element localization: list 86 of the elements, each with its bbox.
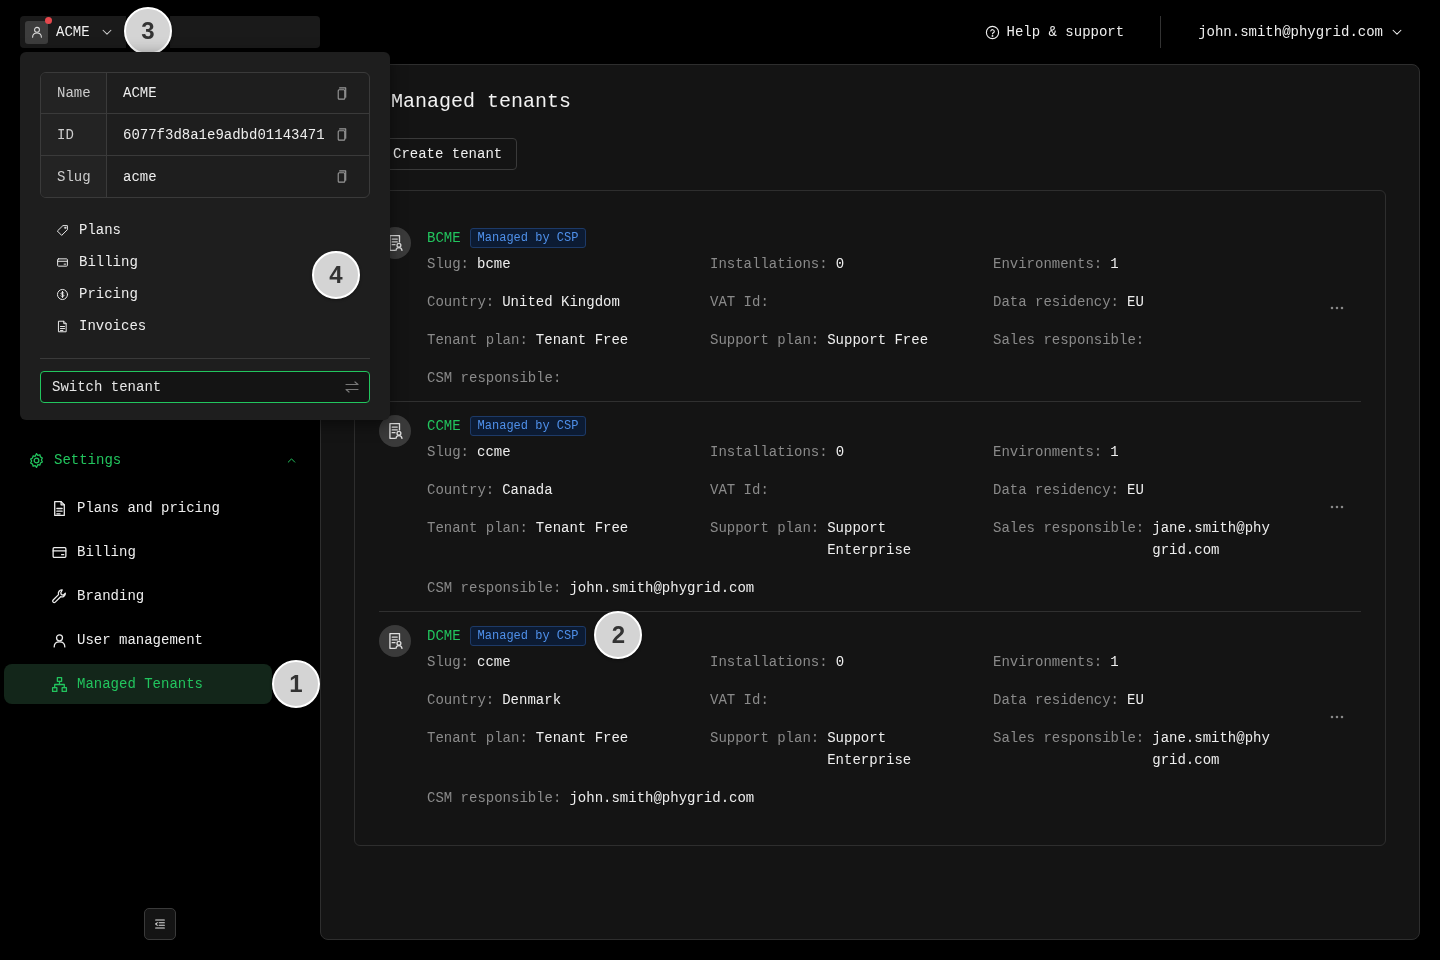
field-label: Installations: bbox=[710, 653, 828, 672]
field-label: Sales responsible: bbox=[993, 331, 1145, 350]
field-label: Support plan: bbox=[710, 519, 820, 538]
field-label: VAT Id: bbox=[710, 293, 769, 312]
field-label: VAT Id: bbox=[710, 481, 769, 500]
field-value: Tenant Free bbox=[535, 519, 629, 538]
field-label: CSM responsible: bbox=[427, 579, 562, 598]
field-value: ccme bbox=[477, 443, 511, 462]
field-value: Tenant Free bbox=[535, 331, 629, 350]
field-value: Tenant Free bbox=[535, 729, 629, 748]
field-label: Data residency: bbox=[993, 293, 1120, 312]
field-label: Slug: bbox=[427, 255, 469, 274]
field-value: john.smith@phygrid.com bbox=[569, 789, 755, 808]
field-label: Environments: bbox=[993, 653, 1103, 672]
field-value: Support Enterprise bbox=[827, 519, 913, 560]
field-value: 1 bbox=[1110, 443, 1119, 462]
info-label: Slug bbox=[41, 156, 107, 197]
field-label: Slug: bbox=[427, 443, 469, 462]
settings-group-header[interactable]: Settings bbox=[0, 440, 320, 480]
info-label: Name bbox=[41, 73, 107, 113]
field-value: EU bbox=[1127, 691, 1144, 710]
field-label: VAT Id: bbox=[710, 691, 769, 710]
field-value: Support Free bbox=[827, 331, 929, 350]
field-label: Data residency: bbox=[993, 691, 1120, 710]
field-value: 0 bbox=[835, 443, 845, 462]
tenant-switcher[interactable]: ACME bbox=[20, 16, 126, 48]
field-label: CSM responsible: bbox=[427, 789, 562, 808]
callout-marker: 1 bbox=[272, 660, 320, 708]
field-value: jane.smith@phygrid.com bbox=[1152, 729, 1271, 770]
info-value: 6077f3d8a1e9adbd01143471 bbox=[123, 126, 325, 143]
menu-item[interactable]: Plans bbox=[40, 214, 125, 246]
page-title: Managed tenants bbox=[391, 89, 572, 115]
field-value: 1 bbox=[1110, 653, 1119, 672]
field-value: 0 bbox=[835, 255, 845, 274]
managed-badge: Managed by CSP bbox=[469, 416, 587, 436]
field-label: Tenant plan: bbox=[427, 331, 528, 350]
field-value: Support Enterprise bbox=[827, 729, 913, 770]
field-label: Slug: bbox=[427, 653, 469, 672]
field-label: Support plan: bbox=[710, 729, 820, 748]
field-label: Sales responsible: bbox=[993, 519, 1145, 538]
managed-badge: Managed by CSP bbox=[469, 228, 587, 248]
menu-item[interactable]: Pricing bbox=[40, 278, 142, 310]
field-label: Tenant plan: bbox=[427, 519, 528, 538]
sidebar-item[interactable]: Plans and pricing bbox=[4, 488, 310, 528]
field-label: Country: bbox=[427, 481, 495, 500]
field-value: ccme bbox=[477, 653, 511, 672]
user-menu[interactable]: john.smith@phygrid.com bbox=[1198, 24, 1404, 40]
info-value: acme bbox=[123, 168, 157, 185]
field-label: Tenant plan: bbox=[427, 729, 528, 748]
field-value: United Kingdom bbox=[502, 293, 620, 312]
field-value: 1 bbox=[1110, 255, 1119, 274]
help-link[interactable]: Help & support bbox=[984, 24, 1125, 40]
field-label: Installations: bbox=[710, 255, 828, 274]
field-value: EU bbox=[1127, 481, 1144, 500]
field-label: Environments: bbox=[993, 443, 1103, 462]
callout-marker: 4 bbox=[312, 251, 360, 299]
tenant-name[interactable]: DCME bbox=[427, 628, 461, 644]
field-value: Canada bbox=[502, 481, 553, 500]
field-value: Denmark bbox=[502, 691, 562, 710]
tenant-name[interactable]: CCME bbox=[427, 418, 461, 434]
sidebar-item[interactable]: Branding bbox=[4, 576, 310, 616]
switch-tenant-field[interactable]: Switch tenant bbox=[40, 371, 370, 403]
menu-item[interactable]: Billing bbox=[40, 246, 142, 278]
field-value: 0 bbox=[835, 653, 845, 672]
sidebar-item[interactable]: Managed Tenants bbox=[4, 664, 272, 704]
field-label: Country: bbox=[427, 691, 495, 710]
managed-badge: Managed by CSP bbox=[469, 626, 587, 646]
field-value: bcme bbox=[477, 255, 511, 274]
field-label: Sales responsible: bbox=[993, 729, 1145, 748]
field-value: jane.smith@phygrid.com bbox=[1152, 519, 1271, 560]
field-label: Country: bbox=[427, 293, 495, 312]
callout-marker: 3 bbox=[124, 7, 172, 55]
field-label: CSM responsible: bbox=[427, 369, 562, 388]
field-label: Installations: bbox=[710, 443, 828, 462]
tenant-name[interactable]: BCME bbox=[427, 230, 461, 246]
info-label: ID bbox=[41, 114, 107, 155]
field-label: Environments: bbox=[993, 255, 1103, 274]
callout-marker: 2 bbox=[594, 611, 643, 659]
field-label: Support plan: bbox=[710, 331, 820, 350]
field-value: EU bbox=[1127, 293, 1144, 312]
menu-item[interactable]: Invoices bbox=[40, 310, 151, 342]
info-value: ACME bbox=[123, 85, 157, 101]
field-value: john.smith@phygrid.com bbox=[569, 579, 755, 598]
sidebar-item[interactable]: User management bbox=[4, 620, 310, 660]
sidebar-item[interactable]: Billing bbox=[4, 532, 310, 572]
field-label: Data residency: bbox=[993, 481, 1120, 500]
